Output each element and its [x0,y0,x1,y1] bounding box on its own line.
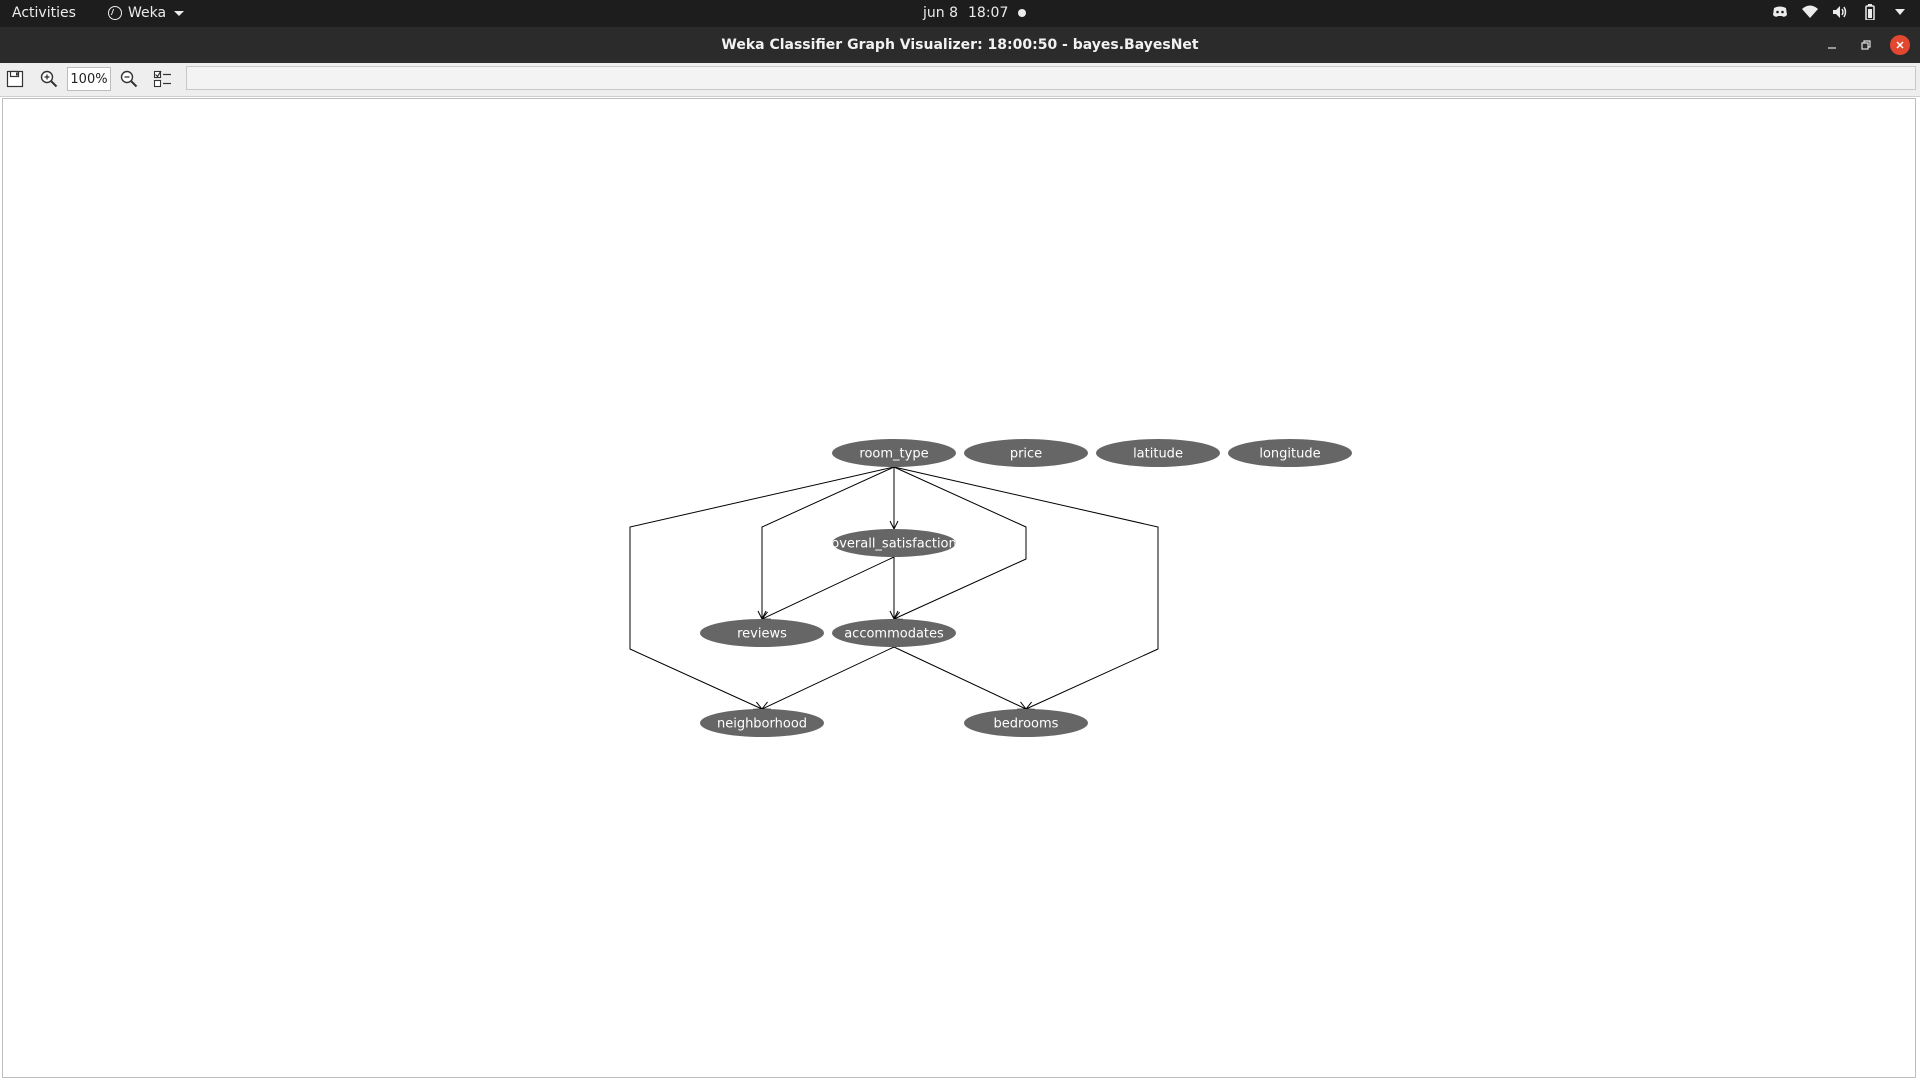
clock-date: jun 8 [923,5,958,21]
bayes-net-graph[interactable]: room_type price latitude longitude overall_s… [3,99,1915,1077]
window-titlebar[interactable]: Weka Classifier Graph Visualizer: 18:00:… [0,27,1920,63]
zoom-in-button[interactable] [36,66,62,92]
node-label: bedrooms [994,717,1059,732]
graph-toolbar [0,63,1920,97]
save-button[interactable] [2,66,28,92]
node-accommodates[interactable]: accommodates [832,619,956,647]
window-controls [1822,35,1910,55]
extra-controls-icon [153,70,171,88]
node-label: accommodates [844,627,944,642]
edge-accommodates-to-neighborhood [762,646,895,709]
node-room-type[interactable]: room_type [832,439,956,467]
node-label: price [1010,447,1042,462]
node-overall-satisfaction[interactable]: overall_satisfaction [831,529,957,557]
node-latitude[interactable]: latitude [1096,439,1220,467]
node-price[interactable]: price [964,439,1088,467]
node-label: overall_satisfaction [831,537,957,552]
graph-canvas[interactable]: room_type price latitude longitude overall_s… [2,98,1916,1078]
notification-dot-icon [1018,9,1027,17]
node-label: reviews [737,627,787,642]
edge-room_type-to-bedrooms [893,466,1159,709]
window-title: Weka Classifier Graph Visualizer: 18:00:… [721,37,1199,53]
node-longitude[interactable]: longitude [1228,439,1352,467]
minimize-button[interactable] [1822,35,1842,55]
clock[interactable]: jun 8 18:07 [923,5,1027,21]
system-top-bar: Activities Weka jun 8 18:07 [0,0,1920,27]
node-label: latitude [1133,447,1183,462]
discord-icon[interactable] [1772,4,1788,20]
clock-time: 18:07 [968,5,1009,21]
volume-icon[interactable] [1832,4,1848,20]
close-button[interactable] [1890,35,1910,55]
edges-layer [629,466,1159,709]
node-reviews[interactable]: reviews [700,619,824,647]
node-label: room_type [859,447,928,462]
node-label: neighborhood [717,717,807,732]
zoom-out-button[interactable] [116,66,142,92]
node-neighborhood[interactable]: neighborhood [700,709,824,737]
edge-overall_satisfaction-to-reviews [762,556,895,619]
extra-controls-button[interactable] [150,66,176,92]
save-icon [6,70,24,88]
node-bedrooms[interactable]: bedrooms [964,709,1088,737]
system-menu-icon[interactable] [1892,4,1908,20]
edge-accommodates-to-bedrooms [893,646,1026,709]
app-menu[interactable]: Weka [108,5,185,21]
restore-button[interactable] [1856,35,1876,55]
toolbar-spacer [186,66,1916,90]
battery-icon[interactable] [1862,4,1878,20]
zoom-percent-field[interactable] [67,67,111,91]
zoom-out-icon [120,70,138,88]
system-tray[interactable] [1772,4,1908,20]
activities-button[interactable]: Activities [12,5,76,21]
zoom-in-icon [40,70,58,88]
wifi-icon[interactable] [1802,4,1818,20]
chevron-down-icon [174,10,185,16]
weka-app-icon [108,6,122,20]
node-label: longitude [1259,447,1320,462]
app-menu-label: Weka [128,5,167,21]
